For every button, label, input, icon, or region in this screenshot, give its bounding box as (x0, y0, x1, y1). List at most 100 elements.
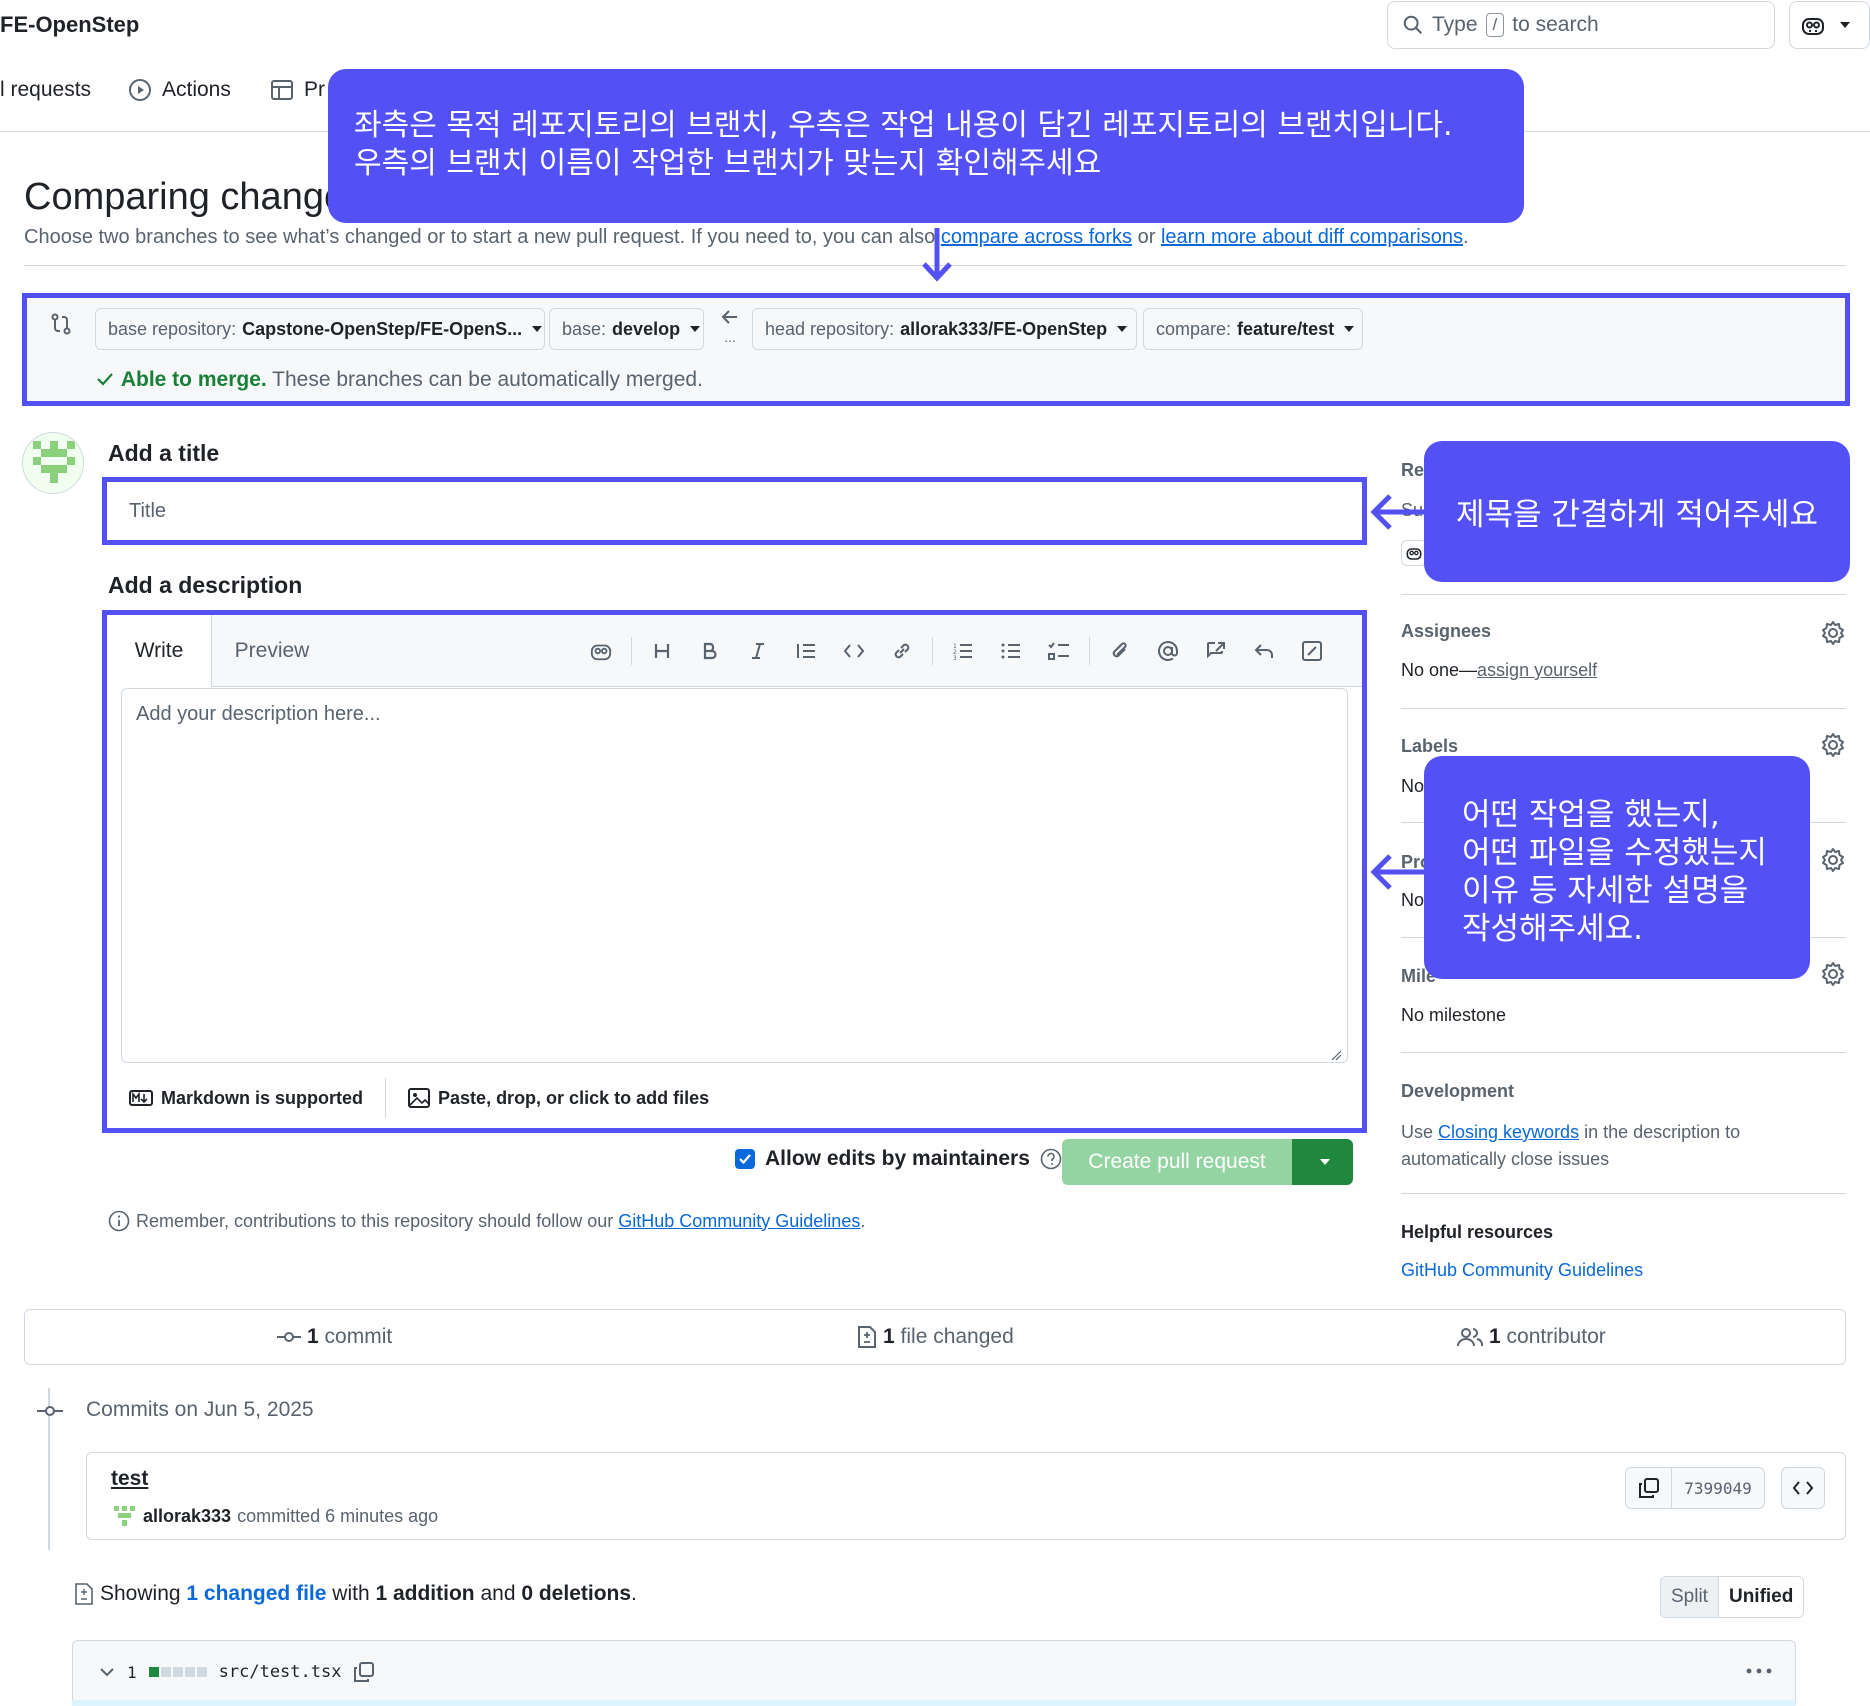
files-changed-tab[interactable]: 1 file changed (857, 1310, 1014, 1364)
bold-button[interactable] (686, 627, 734, 675)
commit-title-link[interactable]: test (111, 1467, 148, 1491)
create-pull-request-dropdown[interactable] (1292, 1139, 1353, 1185)
code-button[interactable] (830, 627, 878, 675)
development-heading: Development (1401, 1081, 1515, 1101)
at-sign-icon (1158, 641, 1178, 661)
svg-text:3: 3 (953, 655, 957, 661)
reference-button[interactable] (1192, 627, 1240, 675)
copy-icon (1638, 1478, 1659, 1498)
copilot-icon (590, 644, 612, 661)
attach-files-button[interactable]: Paste, drop, or click to add files (386, 1078, 731, 1118)
assignees-heading[interactable]: Assignees (1401, 621, 1491, 642)
community-guidelines-link[interactable]: GitHub Community Guidelines (618, 1211, 860, 1231)
checkmark-icon (739, 1154, 751, 1165)
contributors-label: contributor (1500, 1325, 1606, 1348)
deletions-count: 0 deletions (521, 1582, 632, 1605)
editor-header: Write Preview 123 (107, 615, 1362, 687)
allow-edits-checkbox[interactable] (735, 1149, 755, 1169)
undo-button[interactable] (1240, 627, 1288, 675)
kebab-horizontal-icon[interactable] (1745, 1667, 1773, 1675)
changed-file-link[interactable]: 1 changed file (186, 1582, 326, 1605)
base-repository-label: base repository: (108, 318, 237, 339)
search-input[interactable]: Type / to search (1387, 1, 1775, 49)
diff-summary: Showing 1 changed file with 1 addition a… (74, 1582, 637, 1606)
compare-across-forks-link[interactable]: compare across forks (941, 226, 1132, 248)
additions-count: 1 addition (375, 1582, 475, 1605)
mention-button[interactable] (1144, 627, 1192, 675)
labels-gear-icon[interactable] (1820, 732, 1846, 758)
title-input[interactable]: Title (115, 490, 1354, 532)
unified-view-button[interactable]: Unified (1717, 1577, 1804, 1617)
chevron-down-icon (1319, 1159, 1330, 1165)
compare-branch-value: feature/test (1237, 318, 1335, 339)
heading-button[interactable] (638, 627, 686, 675)
code-icon (1792, 1481, 1814, 1495)
browse-code-button[interactable] (1781, 1467, 1825, 1509)
bulleted-list-button[interactable] (987, 627, 1035, 675)
nav-projects[interactable]: Pr (270, 78, 325, 102)
milestone-gear-icon[interactable] (1820, 961, 1846, 987)
closing-keywords-link[interactable]: Closing keywords (1438, 1122, 1579, 1142)
copilot-toolbar-button[interactable] (577, 627, 625, 675)
quote-button[interactable] (782, 627, 830, 675)
italic-button[interactable] (734, 627, 782, 675)
tab-write[interactable]: Write (107, 615, 212, 687)
author-avatar[interactable] (111, 1503, 137, 1529)
head-repository-select[interactable]: head repository: allorak333/FE-OpenStep (752, 308, 1137, 350)
copilot-menu-button[interactable] (1789, 1, 1870, 49)
assign-yourself-link[interactable]: assign yourself (1477, 660, 1597, 680)
numbered-list-button[interactable]: 123 (939, 627, 987, 675)
contributors-tab[interactable]: 1 contributor (1457, 1310, 1606, 1364)
task-list-button[interactable] (1035, 627, 1083, 675)
chevron-down-icon (690, 326, 701, 332)
labels-heading[interactable]: Labels (1401, 736, 1458, 757)
learn-more-diff-link[interactable]: learn more about diff comparisons (1161, 226, 1463, 248)
toolbar-separator (631, 637, 632, 665)
tab-preview[interactable]: Preview (212, 615, 332, 687)
copy-icon[interactable] (353, 1661, 375, 1683)
compare-branch-select[interactable]: compare: feature/test (1143, 308, 1363, 350)
commit-sha-group: 7399049 (1625, 1467, 1765, 1509)
toolbar-separator (1089, 637, 1090, 665)
description-textarea[interactable]: Add your description here... (121, 688, 1348, 1063)
nav-pull-requests[interactable]: l requests (0, 78, 91, 102)
arrow-left-icon (1370, 494, 1426, 530)
search-shortcut-key: / (1485, 13, 1505, 37)
commit-meta: allorak333 committed 6 minutes ago (111, 1503, 438, 1529)
page-title: Comparing change (24, 176, 346, 218)
markdown-supported-link[interactable]: Markdown is supported (107, 1078, 385, 1118)
base-branch-select[interactable]: base: develop (549, 308, 704, 350)
attach-button[interactable] (1096, 627, 1144, 675)
copy-sha-button[interactable] (1626, 1468, 1672, 1508)
question-icon[interactable] (1040, 1148, 1062, 1170)
allow-edits-option: Allow edits by maintainers (735, 1147, 1062, 1171)
projects-gear-icon[interactable] (1820, 847, 1846, 873)
check-icon (97, 373, 113, 386)
base-repository-select[interactable]: base repository: Capstone-OpenStep/FE-Op… (95, 308, 545, 350)
compare-dots: ... (724, 329, 736, 345)
attach-files-label: Paste, drop, or click to add files (438, 1087, 710, 1108)
showing-pre: Showing (100, 1582, 187, 1605)
split-view-button[interactable]: Split (1661, 1577, 1718, 1617)
arrow-down-icon (922, 228, 952, 282)
avatar (22, 432, 84, 494)
assignees-gear-icon[interactable] (1820, 620, 1846, 646)
arrow-left-icon (1370, 854, 1426, 890)
commit-sha-link[interactable]: 7399049 (1672, 1479, 1764, 1498)
create-pull-request-button[interactable]: Create pull request (1062, 1139, 1292, 1185)
helpful-guidelines-link[interactable]: GitHub Community Guidelines (1401, 1260, 1643, 1281)
commits-count-tab[interactable]: 1 commit (277, 1310, 392, 1364)
search-placeholder-rest: to search (1512, 13, 1599, 36)
nav-actions[interactable]: Actions (128, 78, 231, 102)
link-button[interactable] (878, 627, 926, 675)
file-name-link[interactable]: src/test.tsx (219, 1662, 342, 1682)
toolbar-separator (932, 637, 933, 665)
chevron-down-icon[interactable] (99, 1666, 115, 1678)
annotation-description-line4: 작성해주세요. (1462, 911, 1643, 947)
resize-handle-icon[interactable] (1330, 1049, 1342, 1061)
fullscreen-button[interactable] (1288, 627, 1336, 675)
diffstat-neutral (196, 1667, 207, 1677)
commit-author-link[interactable]: allorak333 (143, 1506, 231, 1527)
repo-name[interactable]: FE-OpenStep (0, 12, 139, 38)
image-icon (408, 1088, 431, 1108)
